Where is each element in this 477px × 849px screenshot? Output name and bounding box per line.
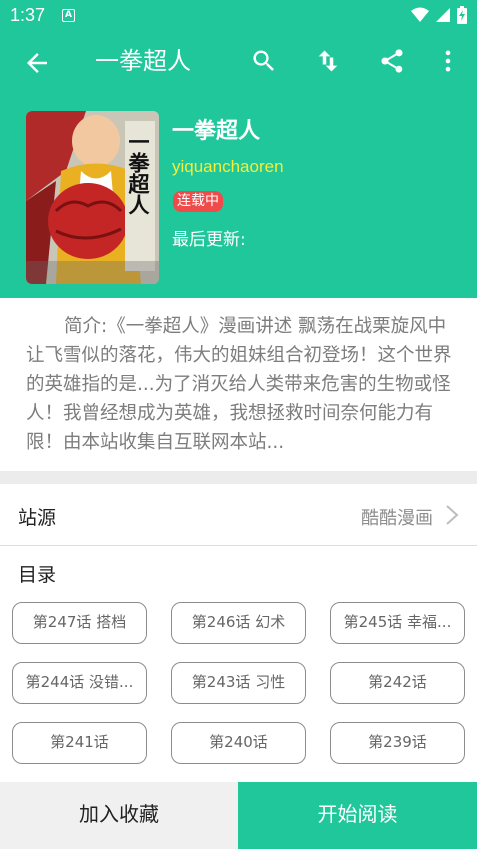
more-vert-icon[interactable] — [434, 47, 462, 75]
chapter-button[interactable]: 第239话 — [330, 722, 465, 764]
intro-text: 简介:《一拳超人》漫画讲述 飘荡在战栗旋风中让飞雪似的落花，伟大的姐妹组合初登场… — [26, 316, 452, 453]
chapter-grid: 第247话 搭档 第246话 幻术 第245话 幸福... 第244话 没错..… — [12, 602, 465, 770]
start-reading-button[interactable]: 开始阅读 — [238, 782, 477, 849]
share-icon[interactable] — [378, 47, 406, 75]
chevron-right-icon — [446, 505, 459, 525]
add-favorite-button[interactable]: 加入收藏 — [0, 782, 238, 849]
catalog-label: 目录 — [18, 564, 57, 586]
chapter-button[interactable]: 第247话 搭档 — [12, 602, 147, 644]
sort-icon[interactable] — [314, 47, 342, 75]
comic-author: yiquanchaoren — [172, 157, 284, 176]
section-divider — [0, 471, 477, 484]
comic-intro[interactable]: 简介:《一拳超人》漫画讲述 飘荡在战栗旋风中让飞雪似的落花，伟大的姐妹组合初登场… — [26, 312, 452, 457]
comic-cover[interactable]: 一拳超人 — [26, 111, 159, 284]
status-bar: 1:37 A — [0, 0, 477, 33]
last-update-label: 最后更新: — [172, 230, 246, 250]
top-toolbar: 一拳超人 — [0, 33, 477, 91]
wifi-icon — [411, 7, 429, 22]
chapter-button[interactable]: 第245话 幸福... — [330, 602, 465, 644]
search-icon[interactable] — [250, 47, 278, 75]
bottom-action-bar: 加入收藏 开始阅读 — [0, 782, 477, 849]
chapter-button[interactable]: 第240话 — [171, 722, 306, 764]
a-icon: A — [62, 9, 75, 22]
chapter-button[interactable]: 第246话 幻术 — [171, 602, 306, 644]
source-label: 站源 — [18, 507, 57, 529]
status-time: 1:37 — [10, 5, 46, 25]
chapter-button[interactable]: 第241话 — [12, 722, 147, 764]
comic-header: 一拳超人 一拳超人 yiquanchaoren 连载中 最后更新: — [0, 91, 477, 298]
chapter-button[interactable]: 第243话 习性 — [171, 662, 306, 704]
source-row[interactable]: 站源 酷酷漫画 — [0, 484, 477, 546]
source-value: 酷酷漫画 — [361, 508, 433, 529]
toolbar-title: 一拳超人 — [95, 47, 191, 75]
chapter-button[interactable]: 第244话 没错... — [12, 662, 147, 704]
status-badge: 连载中 — [173, 191, 223, 212]
cover-title-vertical: 一拳超人 — [126, 131, 150, 215]
back-arrow-icon[interactable] — [22, 48, 52, 78]
battery-icon — [457, 6, 467, 24]
comic-title: 一拳超人 — [172, 119, 261, 144]
signal-icon — [436, 8, 450, 22]
chapter-button[interactable]: 第242话 — [330, 662, 465, 704]
status-icons — [411, 6, 467, 24]
